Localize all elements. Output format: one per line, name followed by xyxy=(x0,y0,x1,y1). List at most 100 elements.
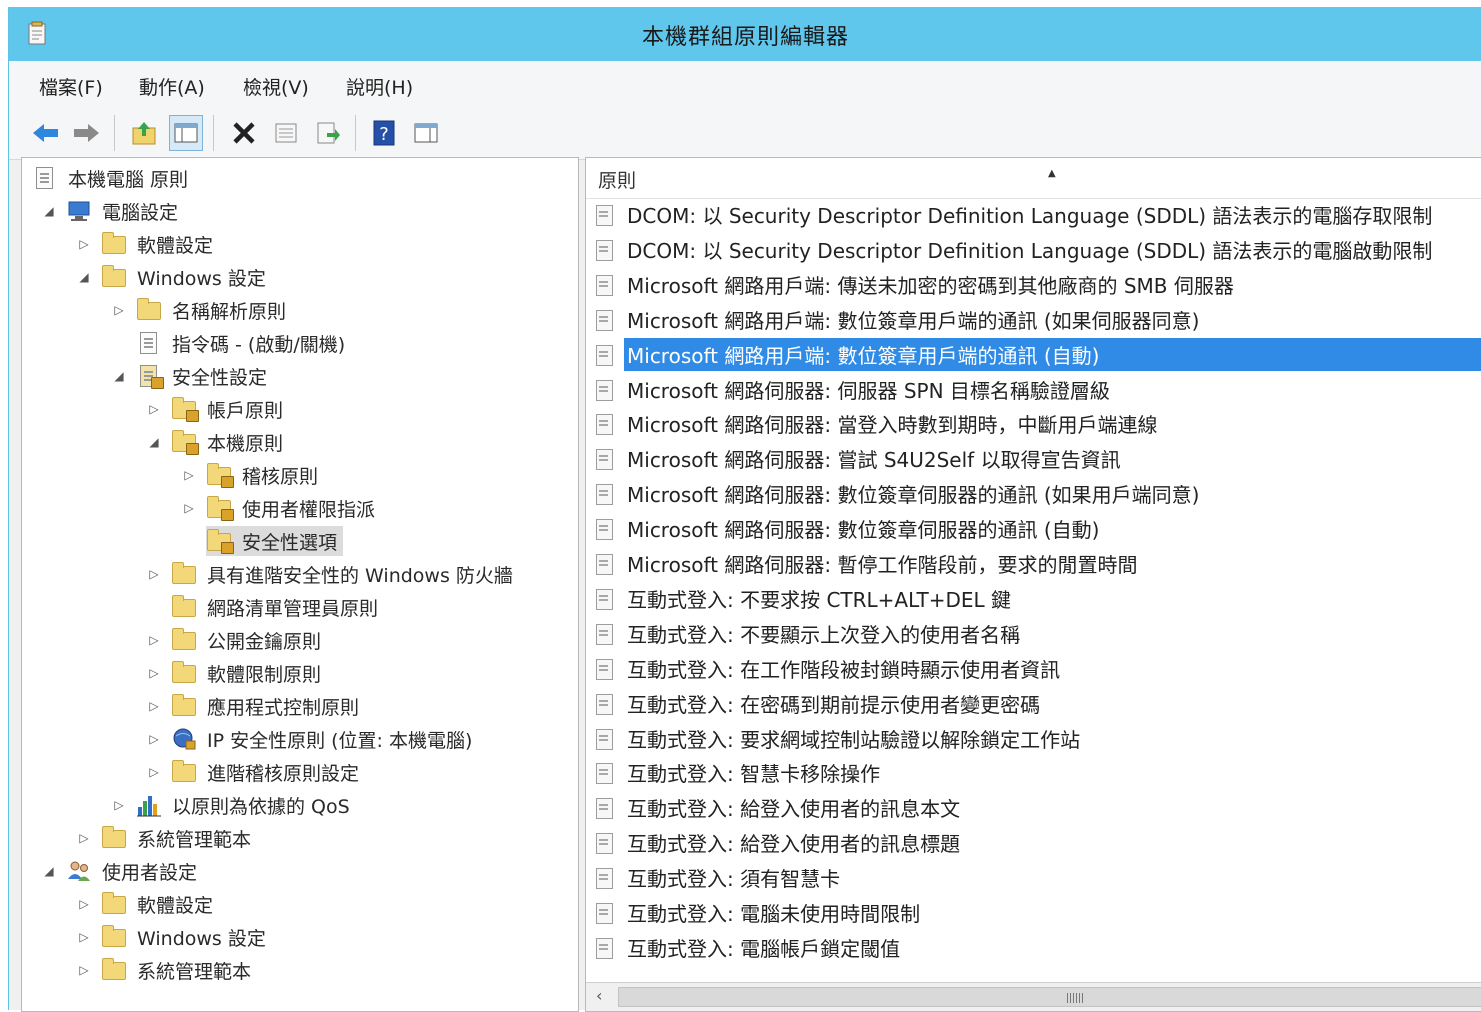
policy-row[interactable]: Microsoft 網路伺服器: 伺服器 SPN 目標名稱驗證層級 xyxy=(594,373,1113,406)
column-header-policy[interactable]: 原則 ▲ xyxy=(586,158,1481,199)
expand-arrow-icon[interactable]: ▷ xyxy=(182,468,196,482)
policy-row[interactable]: 互動式登入: 不要求按 CTRL+ALT+DEL 鍵 xyxy=(594,582,1014,615)
expand-arrow-icon[interactable]: ▷ xyxy=(77,831,91,845)
policy-row[interactable]: 互動式登入: 智慧卡移除操作 xyxy=(594,756,883,789)
tree-item-windows-firewall[interactable]: ▷ 具有進階安全性的 Windows 防火牆 xyxy=(147,559,513,589)
policy-name: Microsoft 網路伺服器: 數位簽章伺服器的通訊 (如果用戶端同意) xyxy=(627,483,1200,507)
expand-arrow-icon[interactable]: ▷ xyxy=(182,501,196,515)
tree-item-network-list-manager[interactable]: 網路清單管理員原則 xyxy=(147,592,378,622)
tree-item-scripts[interactable]: 指令碼 - (啟動/關機) xyxy=(112,328,345,358)
help-button[interactable]: ? xyxy=(367,115,401,151)
tree-item-public-key-policies[interactable]: ▷ 公開金鑰原則 xyxy=(147,625,321,655)
expand-arrow-icon[interactable]: ▷ xyxy=(77,963,91,977)
menu-file[interactable]: 檔案(F) xyxy=(39,73,103,100)
delete-button[interactable] xyxy=(227,115,261,151)
forward-button[interactable] xyxy=(69,115,103,151)
toolbar-separator xyxy=(114,115,115,151)
scrollbar-thumb[interactable] xyxy=(618,987,1481,1007)
policy-row[interactable]: Microsoft 網路用戶端: 數位簽章用戶端的通訊 (自動) xyxy=(594,338,1481,371)
export-list-button[interactable] xyxy=(311,115,345,151)
expand-arrow-icon[interactable]: ▷ xyxy=(112,798,126,812)
tree-item-user-rights-assignment[interactable]: ▷ 使用者權限指派 xyxy=(182,493,375,523)
tree-item-security-options[interactable]: 安全性選項 xyxy=(182,526,344,556)
collapse-arrow-icon[interactable]: ◢ xyxy=(77,270,91,284)
scroll-left-icon[interactable]: ‹ xyxy=(596,986,602,1005)
help-icon: ? xyxy=(373,120,395,146)
policy-row[interactable]: Microsoft 網路伺服器: 數位簽章伺服器的通訊 (自動) xyxy=(594,512,1102,545)
tree-item-label: 應用程式控制原則 xyxy=(207,696,360,719)
collapse-arrow-icon[interactable]: ◢ xyxy=(147,435,161,449)
tree-item-ip-security[interactable]: ▷ IP 安全性原則 (位置: 本機電腦) xyxy=(147,724,472,754)
tree-item-software-settings[interactable]: ▷ 軟體設定 xyxy=(77,229,213,259)
tree-item-local-policies[interactable]: ◢ 本機原則 xyxy=(147,427,283,457)
horizontal-scrollbar[interactable]: ‹ xyxy=(586,982,1481,1011)
policy-row[interactable]: 互動式登入: 給登入使用者的訊息本文 xyxy=(594,791,963,824)
selected-tree-item[interactable]: 安全性選項 xyxy=(206,526,344,556)
policy-row[interactable]: Microsoft 網路伺服器: 當登入時數到期時，中斷用戶端連線 xyxy=(594,407,1160,440)
policy-row[interactable]: Microsoft 網路用戶端: 傳送未加密的密碼到其他廠商的 SMB 伺服器 xyxy=(594,268,1237,301)
tree-item-application-control[interactable]: ▷ 應用程式控制原則 xyxy=(147,691,359,721)
expand-arrow-icon[interactable]: ▷ xyxy=(147,699,161,713)
show-hide-console-tree-button[interactable] xyxy=(169,115,203,151)
collapse-arrow-icon[interactable]: ◢ xyxy=(42,864,56,878)
policy-row[interactable]: 互動式登入: 須有智慧卡 xyxy=(594,861,843,894)
policy-row[interactable]: DCOM: 以 Security Descriptor Definition L… xyxy=(594,233,1435,266)
tree-item-account-policies[interactable]: ▷ 帳戶原則 xyxy=(147,394,283,424)
expand-arrow-icon[interactable]: ▷ xyxy=(147,732,161,746)
policy-name: Microsoft 網路伺服器: 伺服器 SPN 目標名稱驗證層級 xyxy=(627,379,1110,403)
expand-arrow-icon[interactable]: ▷ xyxy=(77,897,91,911)
tree-item-advanced-audit[interactable]: ▷ 進階稽核原則設定 xyxy=(147,757,359,787)
expand-arrow-icon[interactable]: ▷ xyxy=(77,930,91,944)
expand-arrow-icon[interactable]: ▷ xyxy=(147,666,161,680)
show-action-pane-button[interactable] xyxy=(409,115,443,151)
policy-row[interactable]: 互動式登入: 在工作階段被封鎖時顯示使用者資訊 xyxy=(594,652,1063,685)
policy-row[interactable]: 互動式登入: 電腦帳戶鎖定閾值 xyxy=(594,931,903,964)
tree-item-user-windows-settings[interactable]: ▷ Windows 設定 xyxy=(77,922,266,952)
policy-name: DCOM: 以 Security Descriptor Definition L… xyxy=(627,204,1433,228)
expand-arrow-icon[interactable]: ▷ xyxy=(112,303,126,317)
tree-item-user-software-settings[interactable]: ▷ 軟體設定 xyxy=(77,889,213,919)
policy-setting-icon xyxy=(594,901,616,925)
tree-item-policy-based-qos[interactable]: ▷ 以原則為依據的 QoS xyxy=(112,790,349,820)
properties-button[interactable] xyxy=(269,115,303,151)
back-button[interactable] xyxy=(29,115,63,151)
up-one-level-button[interactable] xyxy=(127,115,161,151)
tree-item-user-configuration[interactable]: ◢ 使用者設定 xyxy=(42,856,197,886)
tree-item-user-administrative-templates[interactable]: ▷ 系統管理範本 xyxy=(77,955,251,985)
expand-arrow-icon[interactable]: ▷ xyxy=(147,765,161,779)
collapse-arrow-icon[interactable]: ◢ xyxy=(112,369,126,383)
tree-item-label: Windows 設定 xyxy=(137,267,266,290)
policy-row[interactable]: DCOM: 以 Security Descriptor Definition L… xyxy=(594,198,1435,231)
menu-view[interactable]: 檢視(V) xyxy=(243,73,309,100)
policy-row[interactable]: 互動式登入: 電腦未使用時間限制 xyxy=(594,896,923,929)
console-tree[interactable]: 本機電腦 原則 ◢ 電腦設定 ▷ 軟體設定 ◢ Windows 設定 ▷ 名稱解… xyxy=(21,157,579,1012)
policy-setting-icon xyxy=(594,866,616,890)
policy-row[interactable]: 互動式登入: 給登入使用者的訊息標題 xyxy=(594,826,963,859)
policy-row[interactable]: Microsoft 網路伺服器: 數位簽章伺服器的通訊 (如果用戶端同意) xyxy=(594,477,1202,510)
menu-action[interactable]: 動作(A) xyxy=(139,73,205,100)
policy-row[interactable]: 互動式登入: 在密碼到期前提示使用者變更密碼 xyxy=(594,687,1043,720)
tree-item-security-settings[interactable]: ◢ 安全性設定 xyxy=(112,361,267,391)
policy-row[interactable]: 互動式登入: 不要顯示上次登入的使用者名稱 xyxy=(594,617,1023,650)
policy-row[interactable]: Microsoft 網路伺服器: 暫停工作階段前，要求的閒置時間 xyxy=(594,547,1140,580)
users-icon xyxy=(68,861,90,881)
collapse-arrow-icon[interactable]: ◢ xyxy=(42,204,56,218)
locked-folder-icon xyxy=(206,529,234,554)
policy-row[interactable]: Microsoft 網路伺服器: 嘗試 S4U2Self 以取得宣告資訊 xyxy=(594,442,1124,475)
policy-row[interactable]: Microsoft 網路用戶端: 數位簽章用戶端的通訊 (如果伺服器同意) xyxy=(594,303,1202,336)
expand-arrow-icon[interactable]: ▷ xyxy=(147,402,161,416)
expand-arrow-icon[interactable]: ▷ xyxy=(77,237,91,251)
tree-item-windows-settings[interactable]: ◢ Windows 設定 xyxy=(77,262,266,292)
tree-item-software-restriction[interactable]: ▷ 軟體限制原則 xyxy=(147,658,321,688)
tree-item-computer-configuration[interactable]: ◢ 電腦設定 xyxy=(42,196,178,226)
tree-item-administrative-templates[interactable]: ▷ 系統管理範本 xyxy=(77,823,251,853)
expand-arrow-icon[interactable]: ▷ xyxy=(147,633,161,647)
tree-item-name-resolution-policy[interactable]: ▷ 名稱解析原則 xyxy=(112,295,286,325)
tree-item-audit-policy[interactable]: ▷ 稽核原則 xyxy=(182,460,318,490)
tree-item-local-computer-policy[interactable]: 本機電腦 原則 xyxy=(32,163,188,193)
menu-help[interactable]: 說明(H) xyxy=(346,73,413,100)
policy-setting-icon xyxy=(594,692,616,716)
expand-arrow-icon[interactable]: ▷ xyxy=(147,567,161,581)
policy-row[interactable]: 互動式登入: 要求網域控制站驗證以解除鎖定工作站 xyxy=(594,722,1083,755)
policy-setting-icon xyxy=(594,657,616,681)
